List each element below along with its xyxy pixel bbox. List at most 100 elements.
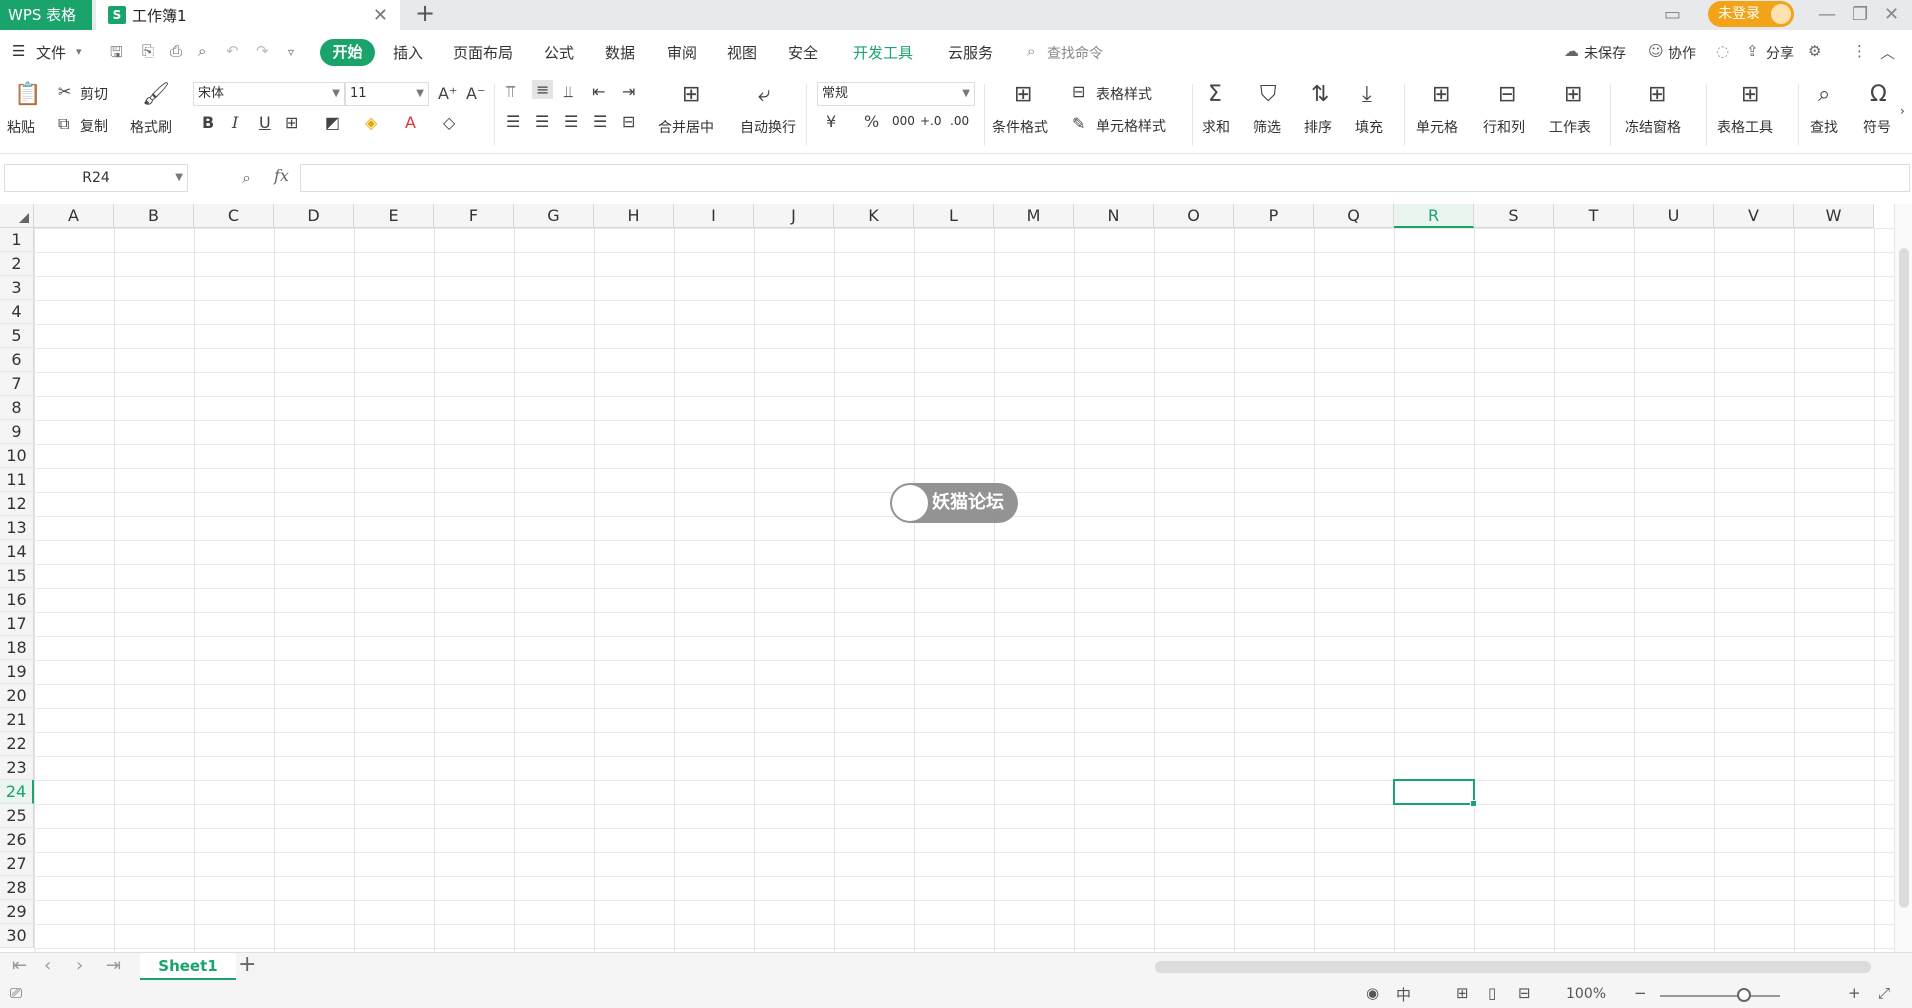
row-header[interactable]: 11 [0, 468, 34, 492]
row-header[interactable]: 7 [0, 372, 34, 396]
clear-format-icon[interactable]: ◇ [443, 113, 455, 132]
new-tab-button[interactable]: + [415, 0, 435, 26]
row-header[interactable]: 17 [0, 612, 34, 636]
prev-sheet-icon[interactable]: ‹ [44, 955, 51, 976]
align-right-icon[interactable]: ☰ [564, 112, 578, 131]
column-header[interactable]: F [434, 204, 514, 228]
row-header[interactable]: 4 [0, 300, 34, 324]
zoom-out-button[interactable]: − [1634, 984, 1647, 1002]
column-header[interactable]: S [1474, 204, 1554, 228]
wrap-text-button[interactable]: 自动换行 [740, 117, 796, 137]
first-sheet-icon[interactable]: ⇤ [12, 955, 27, 976]
cell-style-button[interactable]: 单元格样式 [1096, 116, 1166, 136]
hamburger-icon[interactable]: ☰ [12, 42, 25, 60]
save-icon[interactable]: 🖫 [110, 42, 123, 67]
row-header[interactable]: 5 [0, 324, 34, 348]
name-box[interactable]: R24 ▼ [4, 164, 188, 192]
comment-icon[interactable]: ◌ [1716, 42, 1729, 60]
row-header[interactable]: 2 [0, 252, 34, 276]
chevron-down-icon[interactable]: ▾ [76, 45, 82, 58]
minimize-icon[interactable]: — [1818, 4, 1836, 25]
font-color-icon[interactable]: A [405, 113, 416, 132]
next-sheet-icon[interactable]: › [76, 955, 83, 976]
sheet-tab-sheet1[interactable]: Sheet1 [140, 953, 236, 980]
merge-center-icon[interactable]: ⊞ [682, 82, 700, 107]
tab-review[interactable]: 审阅 [667, 42, 697, 63]
format-painter-button[interactable]: 格式刷 [130, 117, 172, 137]
document-tab[interactable]: S 工作簿1 ✕ [96, 0, 400, 30]
borders-icon[interactable]: ⊞ [285, 113, 298, 132]
decrease-font-icon[interactable]: A⁻ [466, 84, 485, 103]
settings-gear-icon[interactable]: ⚙ [1808, 42, 1821, 60]
italic-button[interactable]: I [232, 113, 238, 132]
export-pdf-icon[interactable]: ⎘ [142, 42, 154, 60]
page-break-view-icon[interactable]: ⊟ [1518, 984, 1531, 1002]
paste-icon[interactable]: 📋 [14, 82, 41, 107]
row-header[interactable]: 20 [0, 684, 34, 708]
align-left-icon[interactable]: ☰ [506, 112, 520, 131]
distributed-align-icon[interactable]: ⊟ [622, 112, 635, 131]
column-header[interactable]: T [1554, 204, 1634, 228]
redo-icon[interactable]: ↷ [256, 42, 269, 60]
decrease-decimal-button[interactable]: .00 [950, 114, 969, 128]
sort-icon[interactable]: ⇅ [1311, 82, 1329, 107]
row-header[interactable]: 27 [0, 852, 34, 876]
underline-button[interactable]: U [259, 113, 271, 132]
decrease-indent-icon[interactable]: ⇤ [592, 82, 605, 101]
column-header[interactable]: H [594, 204, 674, 228]
column-header[interactable]: V [1714, 204, 1794, 228]
collaborate-button[interactable]: 协作 [1668, 43, 1696, 63]
row-header[interactable]: 21 [0, 708, 34, 732]
undo-icon[interactable]: ↶ [226, 42, 239, 60]
file-menu[interactable]: 文件 [36, 42, 66, 63]
row-header[interactable]: 24 [0, 780, 34, 804]
worksheet-icon[interactable]: ⊞ [1564, 82, 1582, 107]
tab-data[interactable]: 数据 [605, 42, 635, 63]
row-header[interactable]: 30 [0, 924, 34, 948]
rows-cols-icon[interactable]: ⊟ [1498, 82, 1516, 107]
app-tab[interactable]: WPS 表格 [0, 0, 92, 30]
table-style-button[interactable]: 表格样式 [1096, 84, 1152, 104]
row-header[interactable]: 26 [0, 828, 34, 852]
share-button[interactable]: 分享 [1766, 43, 1794, 63]
column-header[interactable]: Q [1314, 204, 1394, 228]
zoom-level[interactable]: 100% [1566, 986, 1606, 1002]
column-header[interactable]: A [34, 204, 114, 228]
filter-icon[interactable]: ⛉ [1260, 82, 1277, 107]
row-header[interactable]: 15 [0, 564, 34, 588]
row-header[interactable]: 25 [0, 804, 34, 828]
command-search[interactable]: 查找命令 [1047, 43, 1103, 63]
tab-page-layout[interactable]: 页面布局 [453, 42, 513, 63]
align-center-icon[interactable]: ☰ [535, 112, 549, 131]
column-header[interactable]: J [754, 204, 834, 228]
row-header[interactable]: 23 [0, 756, 34, 780]
fullscreen-icon[interactable]: ⤢ [1878, 984, 1890, 1002]
print-icon[interactable]: ⎙ [170, 42, 182, 60]
table-tools-icon[interactable]: ⊞ [1741, 82, 1759, 107]
sort-button[interactable]: 排序 [1304, 117, 1332, 137]
cut-button[interactable]: 剪切 [80, 84, 108, 104]
table-tools-button[interactable]: 表格工具 [1717, 117, 1773, 137]
row-header[interactable]: 22 [0, 732, 34, 756]
symbol-icon[interactable]: Ω [1870, 82, 1887, 107]
freeze-panes-icon[interactable]: ⊞ [1648, 82, 1666, 107]
print-preview-icon[interactable]: ⌕ [198, 42, 206, 60]
thousands-button[interactable]: 000 [892, 114, 915, 128]
column-header[interactable]: B [114, 204, 194, 228]
merge-center-button[interactable]: 合并居中 [658, 117, 714, 137]
increase-indent-icon[interactable]: ⇥ [622, 82, 635, 101]
tab-formulas[interactable]: 公式 [544, 42, 574, 63]
currency-button[interactable]: ¥ [826, 112, 836, 131]
row-header[interactable]: 6 [0, 348, 34, 372]
increase-font-icon[interactable]: A⁺ [438, 84, 457, 103]
row-header[interactable]: 13 [0, 516, 34, 540]
formula-input[interactable] [300, 164, 1910, 192]
zoom-lens-icon[interactable]: ⌕ [242, 168, 251, 188]
column-header[interactable]: P [1234, 204, 1314, 228]
sum-button[interactable]: 求和 [1202, 117, 1230, 137]
cells-icon[interactable]: ⊞ [1432, 82, 1450, 107]
horizontal-scroll-thumb[interactable] [1155, 961, 1871, 973]
more-options-icon[interactable]: ⋮ [1852, 42, 1867, 60]
select-all-corner[interactable] [0, 204, 34, 228]
column-header[interactable]: D [274, 204, 354, 228]
